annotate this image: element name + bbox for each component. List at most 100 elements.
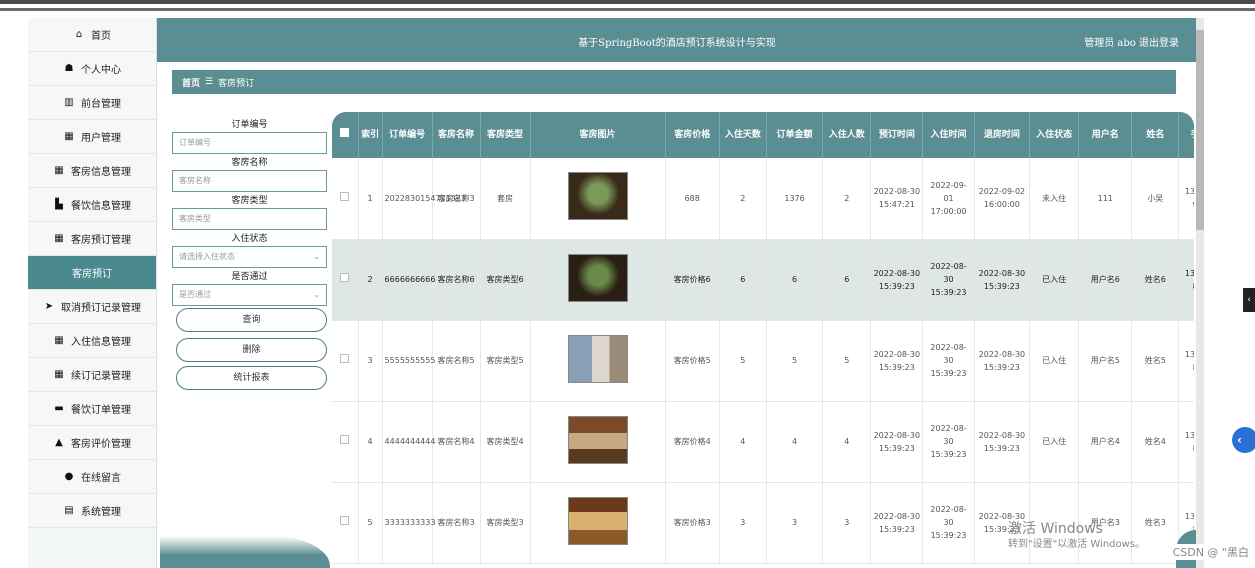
cell-checkin-time: 2022-08-30 15:39:23 (922, 320, 975, 402)
sidebar-item-label: 餐饮信息管理 (71, 201, 131, 212)
cell-index: 1 (358, 158, 383, 240)
room-type-input[interactable]: 客房类型 (172, 208, 327, 230)
room-image[interactable] (567, 415, 628, 464)
column-header[interactable]: 姓名 (1131, 112, 1180, 158)
sidebar-item[interactable]: ▥ 前台管理 (28, 86, 156, 120)
sidebar-item[interactable]: 客房预订 (28, 256, 156, 290)
room-image[interactable] (567, 496, 628, 545)
row-checkbox[interactable] (332, 482, 359, 564)
sidebar-item[interactable]: ▬ 餐饮订单管理 (28, 392, 156, 426)
column-header[interactable]: 入住状态 (1029, 112, 1080, 158)
room-name-input[interactable]: 客房名称 (172, 170, 327, 192)
room-image[interactable] (567, 172, 628, 221)
checkin-status-label: 入住状态 (231, 234, 268, 244)
table-row[interactable]: 4 4444444444 客房名称4 客房类型4 客房价格4 4 4 4 2022-08-30 … (332, 401, 1194, 483)
sidebar-item[interactable]: ▦ 客房信息管理 (28, 154, 156, 188)
delete-button[interactable]: 删除 (176, 338, 327, 362)
sidebar-item[interactable]: ● 在线留言 (28, 460, 156, 494)
column-header[interactable]: 退房时间 (974, 112, 1031, 158)
sidebar-item-label: 首页 (91, 31, 111, 42)
column-header[interactable]: 客房名称 (432, 112, 481, 158)
column-header[interactable]: 订单编号 (382, 112, 433, 158)
select-all-checkbox[interactable] (332, 112, 359, 158)
grid-icon: ▦ (54, 165, 64, 176)
sidebar-item[interactable]: ▦ 用户管理 (28, 120, 156, 154)
grid-icon: ▦ (54, 369, 64, 380)
table-row[interactable]: 3 5555555555 客房名称5 客房类型5 客房价格5 5 5 5 2022-08-30 … (332, 320, 1194, 402)
float-back-button[interactable]: ‹ (1232, 427, 1255, 453)
cell-checkin-time: 2022-08-30 15:39:23 (922, 401, 975, 483)
cell-people: 5 (822, 320, 872, 402)
sidebar-item[interactable]: ☗ 个人中心 (28, 52, 156, 86)
cell-book-time: 2022-08-30 15:39:23 (870, 401, 924, 483)
column-header[interactable]: 客房图片 (530, 112, 666, 158)
cell-room-type: 客房类型4 (480, 401, 531, 483)
cell-room-name: 客房名称5 (432, 320, 481, 402)
room-image[interactable] (567, 253, 628, 302)
column-header[interactable]: 预订时间 (870, 112, 924, 158)
cell-status: 已入住 (1029, 239, 1080, 321)
csdn-watermark: CSDN @ "黑白 (1172, 544, 1249, 560)
sidebar-item[interactable]: ▦ 入住信息管理 (28, 324, 156, 358)
sidebar-item-label: 在线留言 (81, 473, 121, 484)
cell-people: 4 (822, 401, 872, 483)
top-border (0, 0, 1255, 4)
sidebar-item[interactable]: ▲ 客房评价管理 (28, 426, 156, 460)
report-button[interactable]: 统计报表 (176, 366, 327, 390)
breadcrumb-home[interactable]: 首页 (182, 76, 200, 89)
table-row[interactable]: 1 2022830154721323 客房名称3 套房 688 2 1376 2 2022-08… (332, 158, 1194, 240)
scrollbar-thumb[interactable] (1196, 30, 1204, 230)
query-button[interactable]: 查询 (176, 308, 327, 332)
cell-name: 姓名6 (1131, 239, 1180, 321)
column-header[interactable]: 订单金额 (766, 112, 824, 158)
column-header[interactable]: 客房价格 (665, 112, 720, 158)
cell-order-no: 5555555555 (382, 320, 435, 402)
cell-status: 未入住 (1029, 158, 1080, 240)
sidebar-item[interactable]: ⌂ 首页 (28, 18, 156, 52)
column-header[interactable]: 索引 (358, 112, 383, 158)
cell-checkout-time: 2022-08-30 15:39:23 (974, 320, 1031, 402)
cell-price: 客房价格5 (665, 320, 720, 402)
sidebar-item-label: 系统管理 (81, 507, 121, 518)
cell-room-type: 客房类型6 (480, 239, 531, 321)
breadcrumb: 首页 ☰ 客房预订 (172, 70, 1176, 94)
cell-checkout-time: 2022-09-02 16:00:00 (974, 158, 1031, 240)
column-header[interactable]: 入住时间 (922, 112, 975, 158)
cell-days: 4 (719, 401, 767, 483)
column-header[interactable]: 入住人数 (822, 112, 872, 158)
cell-username: 用户名4 (1078, 401, 1133, 483)
sidebar-item[interactable]: ▙ 餐饮信息管理 (28, 188, 156, 222)
cell-room-name: 客房名称6 (432, 239, 481, 321)
sidebar-item[interactable]: ▦ 客房预订管理 (28, 222, 156, 256)
sidebar-item[interactable]: ▦ 续订记录管理 (28, 358, 156, 392)
user-icon: ☗ (64, 63, 74, 74)
column-header[interactable]: 手 (1178, 112, 1194, 158)
column-header[interactable]: 入住天数 (719, 112, 767, 158)
column-header[interactable]: 客房类型 (480, 112, 531, 158)
row-checkbox[interactable] (332, 239, 359, 321)
room-image-cell (530, 320, 666, 402)
sidebar-item[interactable]: ▤ 系统管理 (28, 494, 156, 528)
top-header: 基于SpringBoot的酒店预订系统设计与实现 管理员 abo 退出登录 (157, 18, 1197, 62)
row-checkbox[interactable] (332, 320, 359, 402)
search-form: 订单编号 订单编号 客房名称 客房名称 客房类型 客房类型 入住状态 请选择入住… (172, 118, 327, 394)
cell-amount: 3 (766, 482, 824, 564)
app-title: 基于SpringBoot的酒店预订系统设计与实现 (578, 38, 776, 49)
collapse-panel-tab[interactable]: ‹ (1243, 288, 1255, 312)
checkin-status-select[interactable]: 请选择入住状态 ⌄ (172, 246, 327, 268)
cell-checkout-time: 2022-08-30 15:39:23 (974, 401, 1031, 483)
column-header[interactable]: 用户名 (1078, 112, 1133, 158)
table-row[interactable]: 2 6666666666 客房名称6 客房类型6 客房价格6 6 6 6 2022-08-30 … (332, 239, 1194, 321)
cell-username: 用户名5 (1078, 320, 1133, 402)
row-checkbox[interactable] (332, 401, 359, 483)
order-no-input[interactable]: 订单编号 (172, 132, 327, 154)
cell-username: 用户名6 (1078, 239, 1133, 321)
room-image[interactable] (567, 334, 628, 383)
approved-select[interactable]: 是否通过 ⌄ (172, 284, 327, 306)
row-checkbox[interactable] (332, 158, 359, 240)
cell-days: 2 (719, 158, 767, 240)
cell-status: 已入住 (1029, 401, 1080, 483)
card-icon: ▬ (54, 403, 64, 414)
user-logout-link[interactable]: 管理员 abo 退出登录 (1084, 34, 1179, 49)
sidebar-item[interactable]: ➤ 取消预订记录管理 (28, 290, 156, 324)
